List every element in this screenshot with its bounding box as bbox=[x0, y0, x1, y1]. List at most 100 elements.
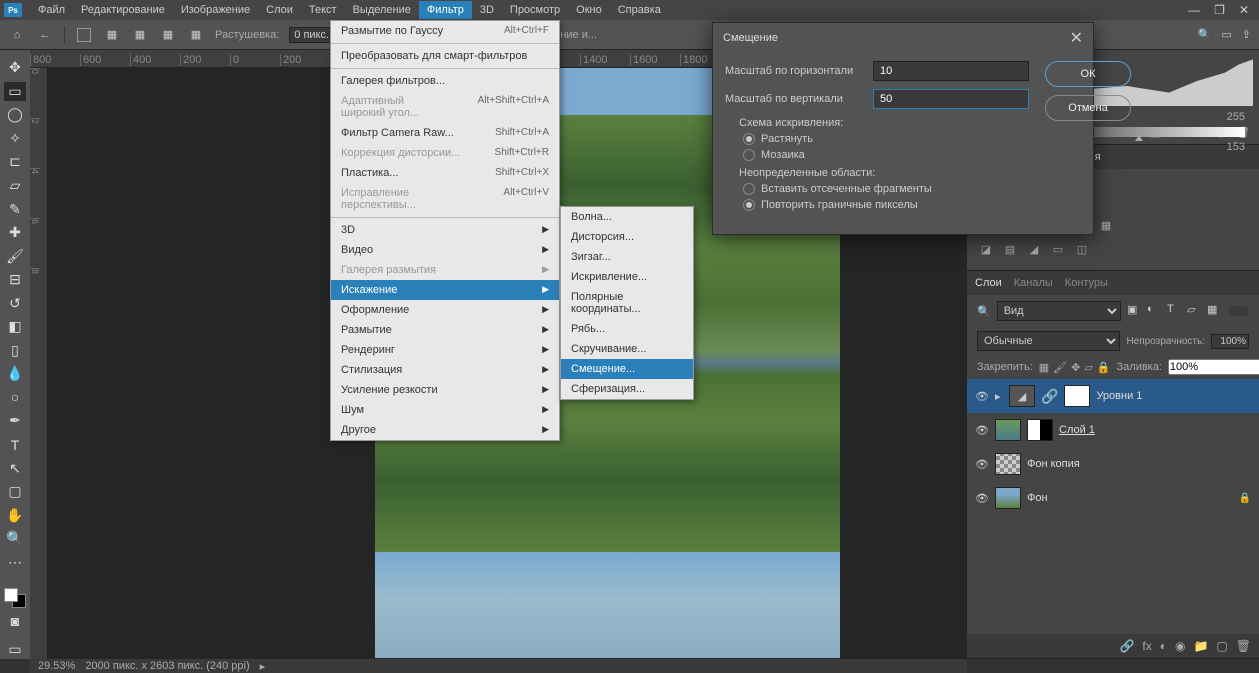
shape-tool[interactable]: ▢ bbox=[4, 482, 26, 502]
maximize-icon[interactable]: ❐ bbox=[1214, 3, 1225, 17]
dodge-tool[interactable]: ○ bbox=[4, 388, 26, 408]
radio-mosaic[interactable]: Мозаика bbox=[743, 149, 1029, 161]
history-brush-tool[interactable]: ↺ bbox=[4, 293, 26, 313]
quickmask-icon[interactable]: ◙ bbox=[5, 612, 25, 630]
filter-distort[interactable]: Искажение▶ bbox=[331, 280, 559, 300]
filter-render[interactable]: Рендеринг▶ bbox=[331, 340, 559, 360]
distort-lens[interactable]: Дисторсия... bbox=[561, 227, 693, 247]
opacity-input[interactable] bbox=[1211, 334, 1249, 349]
filter-blur[interactable]: Размытие▶ bbox=[331, 320, 559, 340]
filter-pixel-icon[interactable]: ▣ bbox=[1127, 303, 1143, 319]
fill-input[interactable] bbox=[1168, 359, 1259, 375]
selection-add-icon[interactable]: ▦ bbox=[131, 26, 149, 44]
brush-tool[interactable]: 🖌 bbox=[4, 246, 26, 266]
marquee-tool[interactable]: ▭ bbox=[4, 82, 26, 102]
distort-zigzag[interactable]: Зигзаг... bbox=[561, 247, 693, 267]
path-tool[interactable]: ↖ bbox=[4, 458, 26, 478]
eye-icon[interactable]: 👁 bbox=[975, 424, 989, 437]
menu-filter[interactable]: Фильтр bbox=[419, 1, 472, 19]
filter-noise[interactable]: Шум▶ bbox=[331, 400, 559, 420]
eye-icon[interactable]: 👁 bbox=[975, 458, 989, 471]
filter-cameraraw[interactable]: Фильтр Camera Raw...Shift+Ctrl+A bbox=[331, 123, 559, 143]
fg-color[interactable] bbox=[4, 588, 18, 602]
filter-pixelate[interactable]: Оформление▶ bbox=[331, 300, 559, 320]
pen-tool[interactable]: ✒ bbox=[4, 411, 26, 431]
close-icon[interactable]: ✕ bbox=[1239, 3, 1249, 17]
selection-sub-icon[interactable]: ▦ bbox=[159, 26, 177, 44]
frame-tool[interactable]: ▱ bbox=[4, 176, 26, 196]
eye-icon[interactable]: 👁 bbox=[975, 492, 989, 505]
color-swatch[interactable] bbox=[4, 588, 26, 608]
mask-icon[interactable]: ◐ bbox=[1160, 639, 1167, 653]
eraser-tool[interactable]: ◧ bbox=[4, 317, 26, 337]
tab-layers[interactable]: Слои bbox=[975, 277, 1002, 289]
lock-brush-icon[interactable]: 🖌 bbox=[1053, 361, 1067, 374]
group-icon[interactable]: 📁 bbox=[1193, 639, 1208, 653]
type-tool[interactable]: T bbox=[4, 435, 26, 455]
menu-help[interactable]: Справка bbox=[610, 1, 669, 19]
filter-adjust-icon[interactable]: ◐ bbox=[1147, 303, 1163, 319]
radio-wrap[interactable]: Вставить отсеченные фрагменты bbox=[743, 183, 1029, 195]
doc-info[interactable]: 2000 пикс. x 2603 пикс. (240 ppi) bbox=[85, 660, 249, 672]
layer-levels1[interactable]: 👁 ▸ ◢ 🔗 Уровни 1 bbox=[967, 379, 1259, 413]
eyedropper-tool[interactable]: ✎ bbox=[4, 199, 26, 219]
fill-adjust-icon[interactable]: ◉ bbox=[1175, 639, 1185, 653]
selection-int-icon[interactable]: ▦ bbox=[187, 26, 205, 44]
hand-tool[interactable]: ✋ bbox=[4, 505, 26, 525]
lock-all-icon[interactable]: 🔒 bbox=[1097, 361, 1111, 374]
threshold-icon[interactable]: ◢ bbox=[1025, 240, 1043, 258]
filter-toggle[interactable] bbox=[1229, 306, 1249, 316]
menu-text[interactable]: Текст bbox=[301, 1, 345, 19]
menu-image[interactable]: Изображение bbox=[173, 1, 258, 19]
tab-channels[interactable]: Каналы bbox=[1014, 277, 1053, 289]
heal-tool[interactable]: ✚ bbox=[4, 223, 26, 243]
menu-3d[interactable]: 3D bbox=[472, 1, 502, 19]
filter-other[interactable]: Другое▶ bbox=[331, 420, 559, 440]
back-icon[interactable]: ← bbox=[36, 26, 54, 44]
minimize-icon[interactable]: — bbox=[1188, 3, 1200, 17]
filter-shape-icon[interactable]: ▱ bbox=[1187, 303, 1203, 319]
more-tools[interactable]: ⋯ bbox=[4, 552, 26, 572]
posterize-icon[interactable]: ▤ bbox=[1001, 240, 1019, 258]
tab-paths[interactable]: Контуры bbox=[1065, 277, 1108, 289]
trash-icon[interactable]: 🗑 bbox=[1236, 639, 1251, 653]
search-icon[interactable]: 🔍 bbox=[1198, 28, 1212, 41]
stamp-tool[interactable]: ⊟ bbox=[4, 270, 26, 290]
filter-type-icon[interactable]: T bbox=[1167, 303, 1183, 319]
filter-liquify[interactable]: Пластика...Shift+Ctrl+X bbox=[331, 163, 559, 183]
share-icon[interactable]: ⇪ bbox=[1242, 28, 1251, 41]
distort-displace[interactable]: Смещение... bbox=[561, 359, 693, 379]
blur-tool[interactable]: 💧 bbox=[4, 364, 26, 384]
move-tool[interactable]: ✥ bbox=[4, 58, 26, 78]
zoom-tool[interactable]: 🔍 bbox=[4, 529, 26, 549]
layer-sloy1[interactable]: 👁 Слой 1 bbox=[967, 413, 1259, 447]
menu-view[interactable]: Просмотр bbox=[502, 1, 568, 19]
zoom-value[interactable]: 29.53% bbox=[38, 660, 75, 672]
layer-fon[interactable]: 👁 Фон 🔒 bbox=[967, 481, 1259, 515]
screenmode-icon[interactable]: ▭ bbox=[4, 639, 26, 659]
dialog-titlebar[interactable]: Смещение ✕ bbox=[713, 23, 1093, 53]
lookup-icon[interactable]: ▦ bbox=[1097, 216, 1115, 234]
workspace-icon[interactable]: ▭ bbox=[1221, 28, 1231, 41]
selective-icon[interactable]: ◫ bbox=[1073, 240, 1091, 258]
lock-pixels-icon[interactable]: ▦ bbox=[1039, 361, 1049, 374]
distort-polar[interactable]: Полярные координаты... bbox=[561, 287, 693, 319]
fx-icon[interactable]: fx bbox=[1142, 639, 1151, 653]
new-layer-icon[interactable]: ▢ bbox=[1216, 639, 1227, 653]
invert-icon[interactable]: ◪ bbox=[977, 240, 995, 258]
menu-edit[interactable]: Редактирование bbox=[73, 1, 173, 19]
lock-move-icon[interactable]: ✥ bbox=[1071, 361, 1080, 374]
filter-3d[interactable]: 3D▶ bbox=[331, 220, 559, 240]
menu-file[interactable]: Файл bbox=[30, 1, 73, 19]
link-icon[interactable]: 🔗 bbox=[1119, 639, 1134, 653]
cancel-button[interactable]: Отмена bbox=[1045, 95, 1131, 121]
lock-artboard-icon[interactable]: ▱ bbox=[1084, 361, 1092, 374]
h-scale-input[interactable] bbox=[873, 61, 1029, 81]
kind-select[interactable]: Вид bbox=[997, 301, 1121, 321]
distort-shear[interactable]: Искривление... bbox=[561, 267, 693, 287]
filter-stylize[interactable]: Стилизация▶ bbox=[331, 360, 559, 380]
eye-icon[interactable]: 👁 bbox=[975, 390, 989, 403]
marquee-tool-icon[interactable] bbox=[75, 26, 93, 44]
menu-layers[interactable]: Слои bbox=[258, 1, 301, 19]
wand-tool[interactable]: ✧ bbox=[4, 129, 26, 149]
